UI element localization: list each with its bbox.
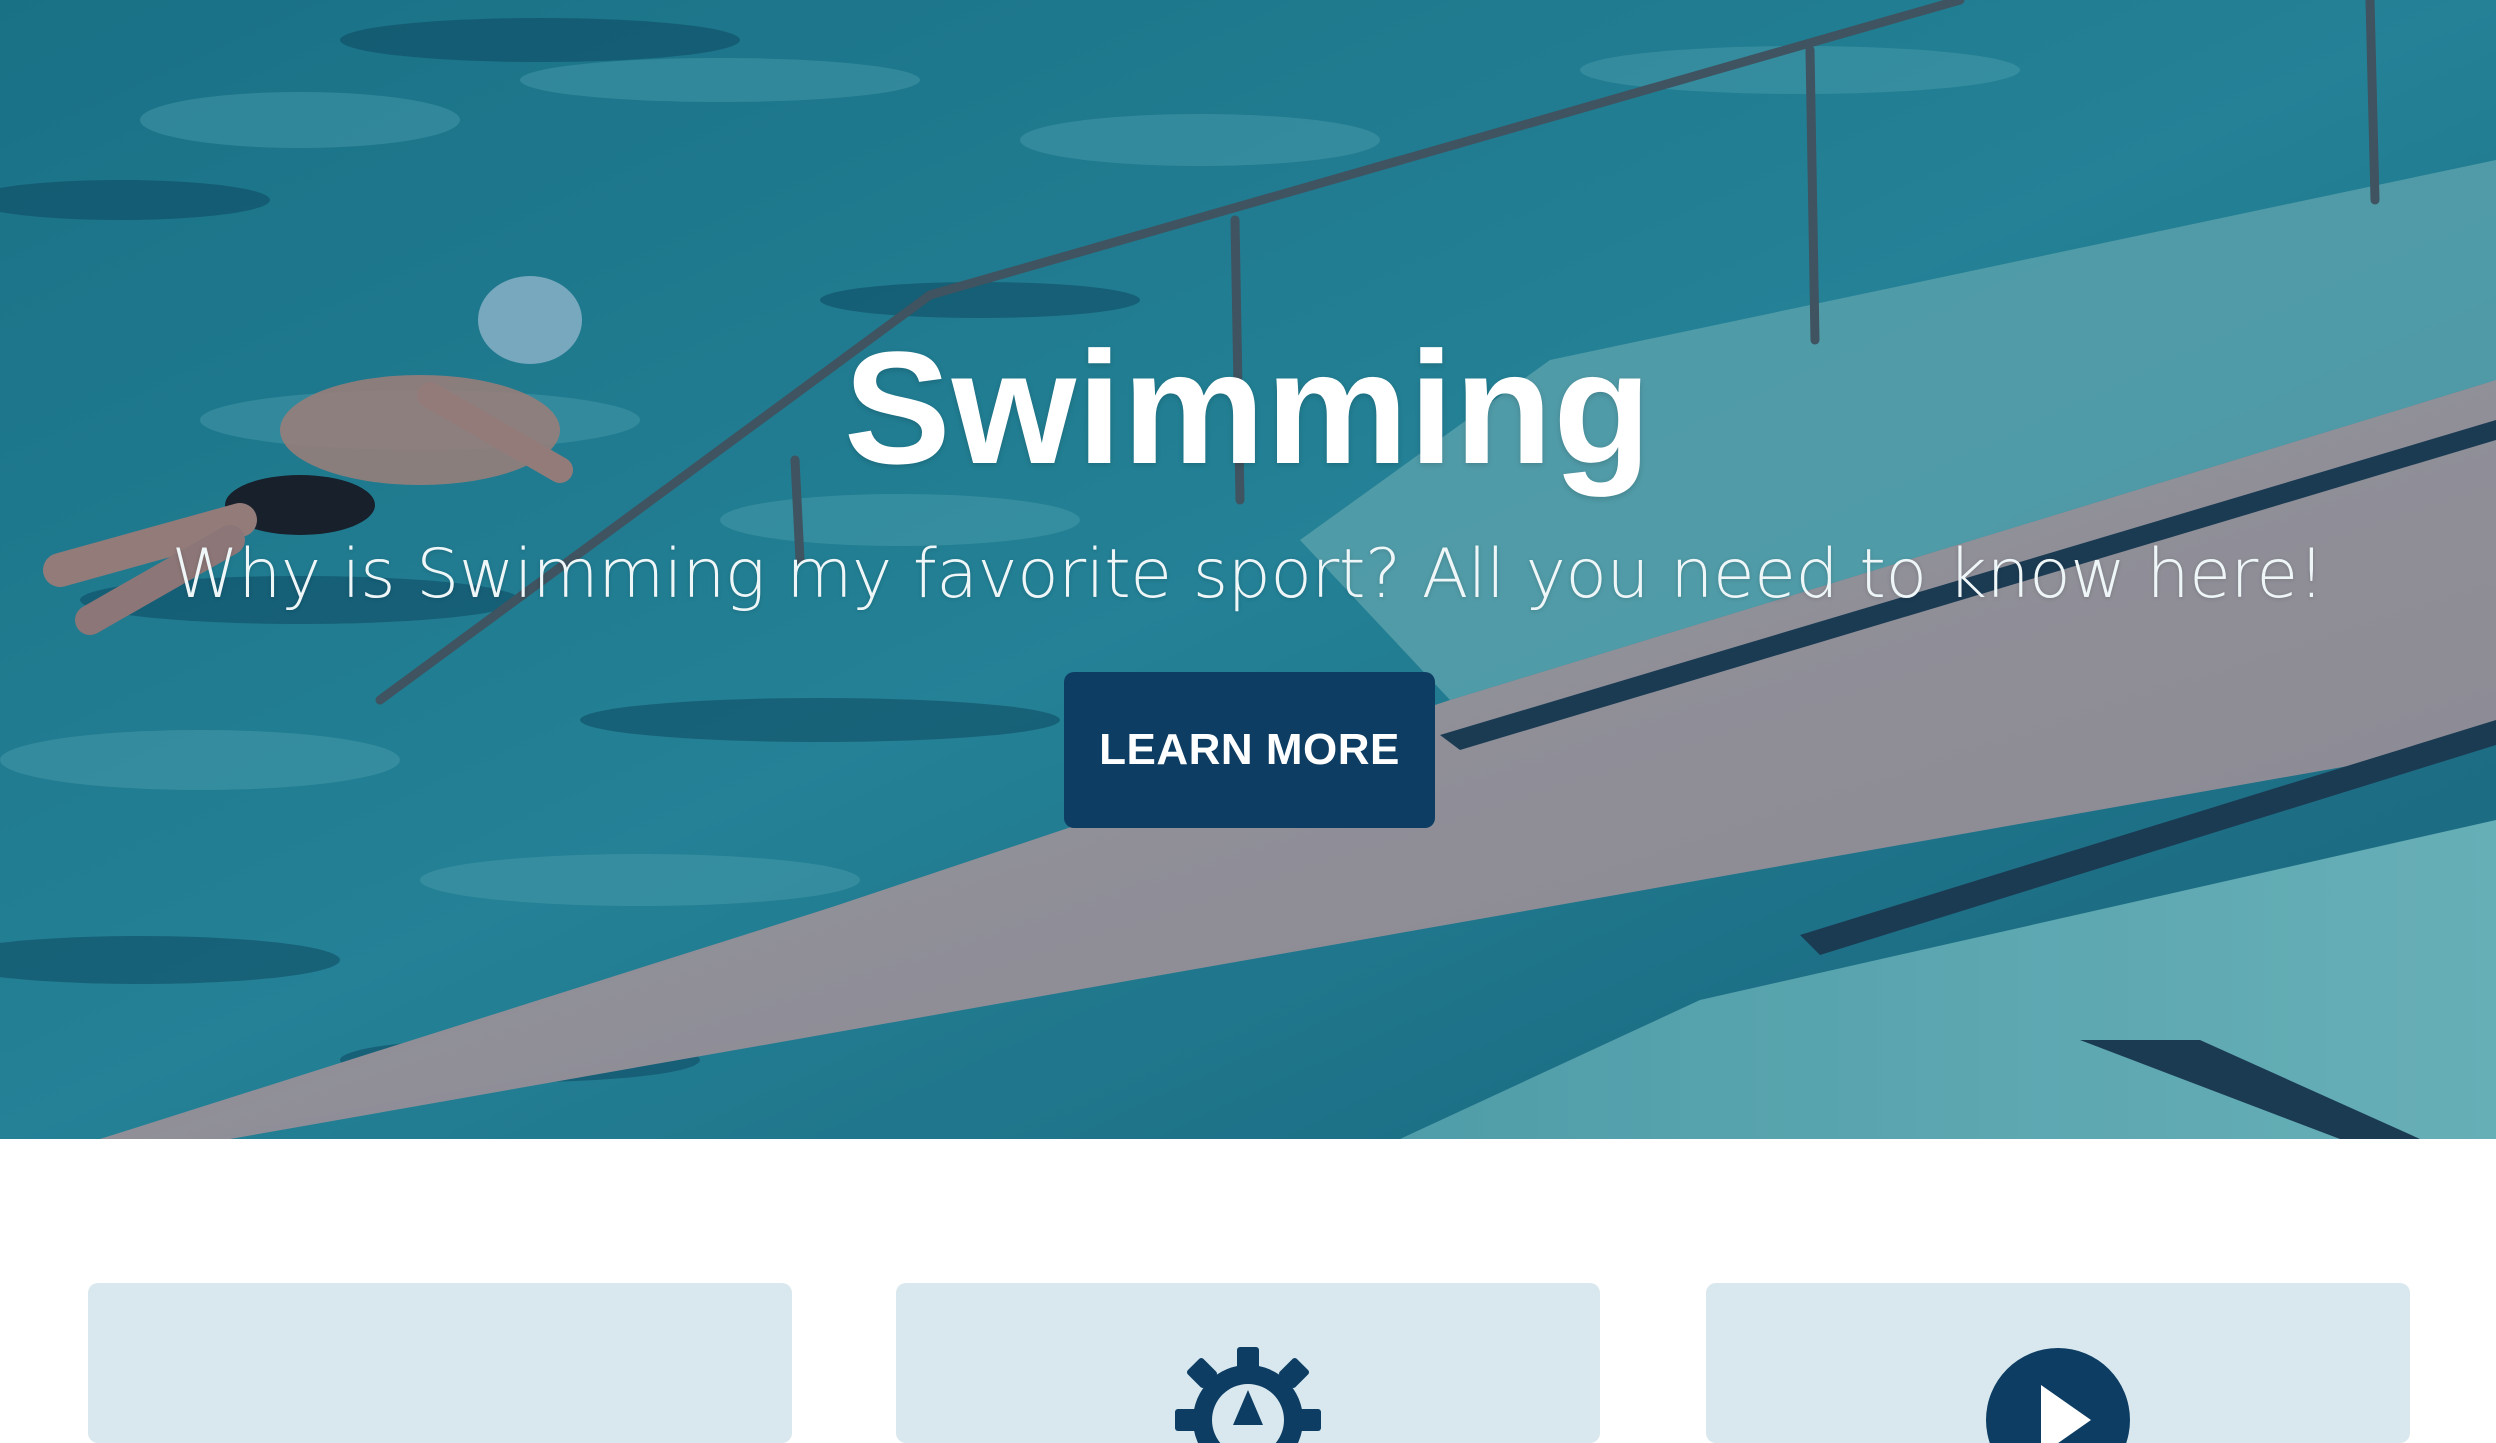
features-section — [0, 1139, 2496, 1443]
learn-more-button[interactable]: LEARN MORE — [1064, 672, 1435, 828]
hero-section: Swimming Why is Swimming my favorite spo… — [0, 0, 2496, 1139]
hero-subtitle: Why is Swimming my favorite sport? All y… — [171, 535, 2325, 614]
play-circle-icon — [1986, 1348, 2130, 1443]
feature-card[interactable] — [1706, 1283, 2410, 1443]
feature-card[interactable] — [896, 1283, 1600, 1443]
feature-card[interactable] — [88, 1283, 792, 1443]
hero-content: Swimming Why is Swimming my favorite spo… — [0, 0, 2496, 1139]
gear-icon — [1175, 1347, 1321, 1443]
hero-title: Swimming — [843, 318, 1653, 497]
